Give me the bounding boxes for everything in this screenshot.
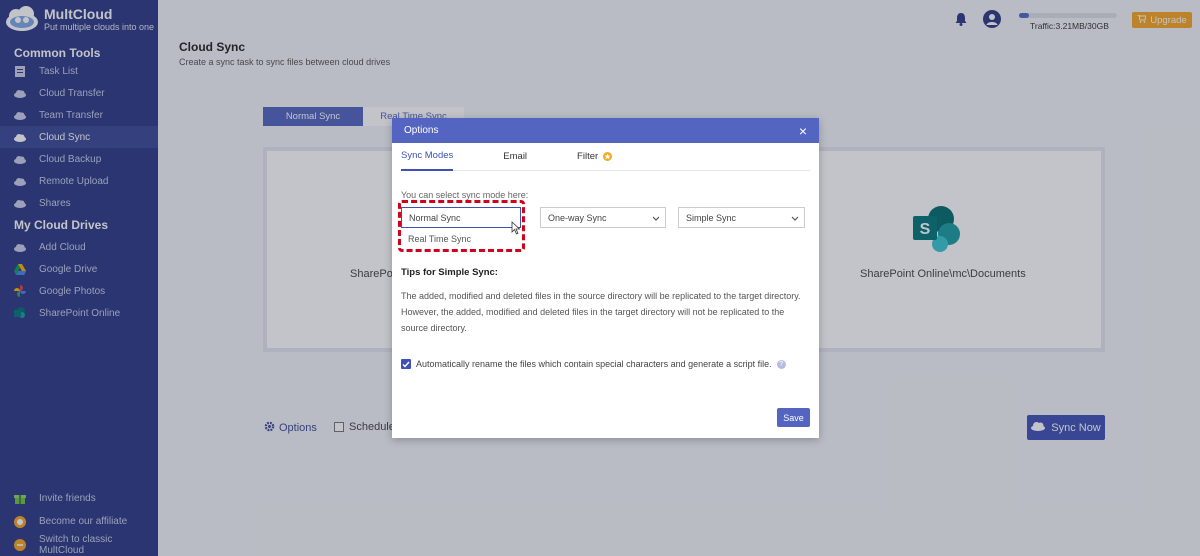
dialog-title: Options	[404, 125, 439, 136]
premium-star-icon	[603, 152, 613, 161]
auto-rename-checkbox[interactable]	[401, 359, 411, 369]
save-button[interactable]: Save	[777, 408, 810, 427]
tab-filter-label: Filter	[577, 151, 599, 162]
auto-rename-option[interactable]: Automatically rename the files which con…	[401, 359, 786, 369]
dialog-header: Options ×	[392, 118, 819, 143]
tab-sync-modes[interactable]: Sync Modes	[401, 143, 454, 171]
chevron-down-icon	[791, 214, 799, 224]
dialog-tabs: Sync Modes Email Filter	[401, 143, 810, 171]
tips-title: Tips for Simple Sync:	[401, 267, 498, 278]
tab-filter[interactable]: Filter	[577, 143, 613, 171]
highlight-annotation	[398, 200, 525, 252]
chevron-down-icon	[652, 214, 660, 224]
select-mode-hint: You can select sync mode here:	[401, 190, 529, 200]
sync-method-value: Simple Sync	[686, 212, 737, 223]
sync-method-select[interactable]: Simple Sync	[678, 207, 805, 228]
sync-direction-select[interactable]: One-way Sync	[540, 207, 666, 228]
auto-rename-label: Automatically rename the files which con…	[416, 359, 772, 369]
mouse-cursor-icon	[511, 221, 521, 238]
tab-email[interactable]: Email	[503, 143, 527, 171]
help-icon[interactable]: ?	[776, 359, 786, 369]
close-icon[interactable]: ×	[799, 124, 807, 138]
sync-direction-value: One-way Sync	[548, 212, 607, 223]
tips-body: The added, modified and deleted files in…	[401, 291, 801, 333]
options-dialog: Options × Sync Modes Email Filter You ca…	[392, 118, 819, 438]
